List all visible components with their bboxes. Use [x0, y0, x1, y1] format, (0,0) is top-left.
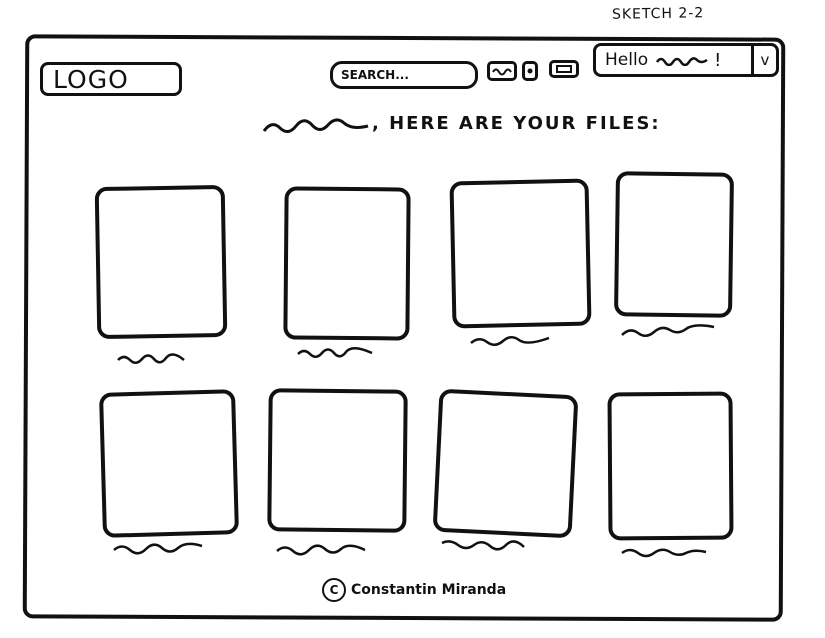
search-input[interactable]: SEARCH... [330, 61, 478, 89]
file-name-squiggle-icon [621, 324, 715, 337]
file-name-squiggle-icon [297, 347, 373, 358]
greeting-text: Hello [605, 50, 649, 70]
menu-caret: v [760, 51, 770, 69]
chevron-down-icon[interactable]: v [751, 46, 776, 74]
user-menu[interactable]: Hello ! v [593, 43, 779, 77]
greeting-exclamation: ! [714, 49, 722, 71]
box-icon [556, 65, 572, 73]
user-greeting: Hello ! [596, 50, 751, 71]
user-name-squiggle-icon [262, 118, 369, 133]
logo[interactable]: LOGO [40, 62, 182, 96]
toolbar-button-3[interactable] [549, 60, 579, 78]
toolbar-button-2[interactable] [522, 61, 538, 81]
file-thumbnail[interactable] [283, 186, 411, 341]
file-thumbnail[interactable] [613, 171, 735, 318]
dot-icon [527, 68, 533, 74]
file-thumbnail[interactable] [267, 388, 408, 533]
username-squiggle-icon [656, 57, 708, 66]
squiggle-icon [492, 68, 512, 76]
file-thumbnail[interactable] [94, 184, 228, 340]
logo-text: LOGO [53, 64, 129, 94]
file-thumbnail[interactable] [99, 389, 239, 538]
file-name-squiggle-icon [621, 548, 707, 558]
file-name-squiggle-icon [117, 353, 185, 364]
footer-credit: C Constantin Miranda [322, 578, 506, 602]
toolbar-button-1[interactable] [487, 61, 517, 81]
footer-credit-text: Constantin Miranda [351, 582, 507, 598]
file-thumbnail[interactable] [607, 391, 734, 541]
page-heading: , HERE ARE YOUR FILES: [262, 110, 661, 136]
file-thumbnail[interactable] [449, 178, 592, 329]
search-placeholder: SEARCH... [341, 68, 409, 82]
sketch-label: SKETCH 2-2 [611, 5, 705, 23]
file-name-squiggle-icon [276, 544, 366, 556]
file-name-squiggle-icon [113, 542, 203, 555]
file-name-squiggle-icon [441, 540, 525, 551]
file-name-squiggle-icon [470, 336, 550, 346]
heading-text: , HERE ARE YOUR FILES: [372, 112, 661, 134]
copyright-icon: C [322, 578, 346, 602]
file-thumbnail[interactable] [432, 388, 579, 539]
